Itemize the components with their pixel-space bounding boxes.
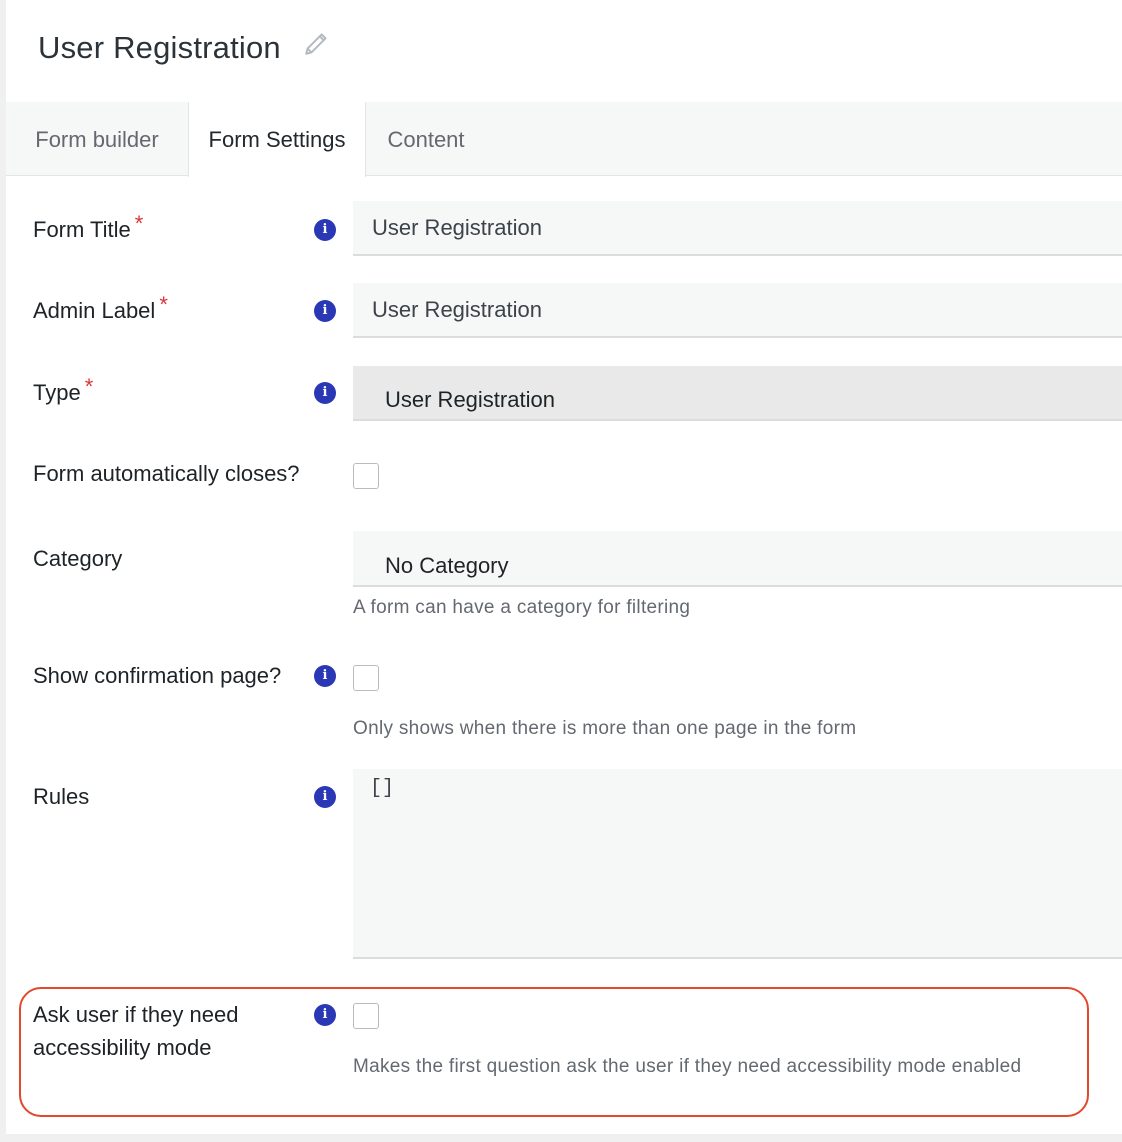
info-icon[interactable]: i [314,382,336,404]
pencil-icon[interactable] [303,31,329,57]
tab-form-builder[interactable]: Form builder [6,102,188,176]
admin-label-label: Admin Label * [33,292,168,327]
rules-textarea[interactable]: [] [353,769,1122,959]
form-settings-page: User Registration Form builder Form Sett… [0,0,1122,1142]
admin-label-label-text: Admin Label [33,298,156,323]
category-select[interactable]: No Category [353,531,1122,587]
admin-label-input[interactable]: User Registration [353,283,1122,338]
category-label: Category [33,546,123,571]
type-label: Type * [33,374,94,409]
form-title-label: Form Title * [33,211,144,246]
auto-close-label: Form automatically closes? [33,461,300,486]
info-icon[interactable]: i [314,300,336,322]
type-select[interactable]: User Registration [353,366,1122,421]
info-icon[interactable]: i [314,786,336,808]
tab-form-settings[interactable]: Form Settings [188,102,366,177]
type-label-text: Type [33,380,81,405]
required-mark: * [84,374,94,399]
confirmation-checkbox[interactable] [353,665,379,691]
category-help-text: A form can have a category for filtering [353,597,691,618]
required-mark: * [134,211,144,236]
auto-close-checkbox[interactable] [353,463,379,489]
page-header: User Registration [6,0,1122,102]
rules-label: Rules [33,784,90,809]
form-title-label-text: Form Title [33,217,131,242]
required-mark: * [159,292,168,317]
bottom-border [6,1134,1122,1142]
tab-bar: Form builder Form Settings Content [6,102,1122,177]
page-title: User Registration [38,30,281,65]
info-icon[interactable]: i [314,219,336,241]
confirmation-label: Show confirmation page? [33,663,282,688]
info-icon[interactable]: i [314,665,336,687]
tab-content[interactable]: Content [366,102,486,176]
highlight-outline [19,987,1089,1117]
confirmation-help-text: Only shows when there is more than one p… [353,718,857,739]
form-title-input[interactable]: User Registration [353,201,1122,256]
